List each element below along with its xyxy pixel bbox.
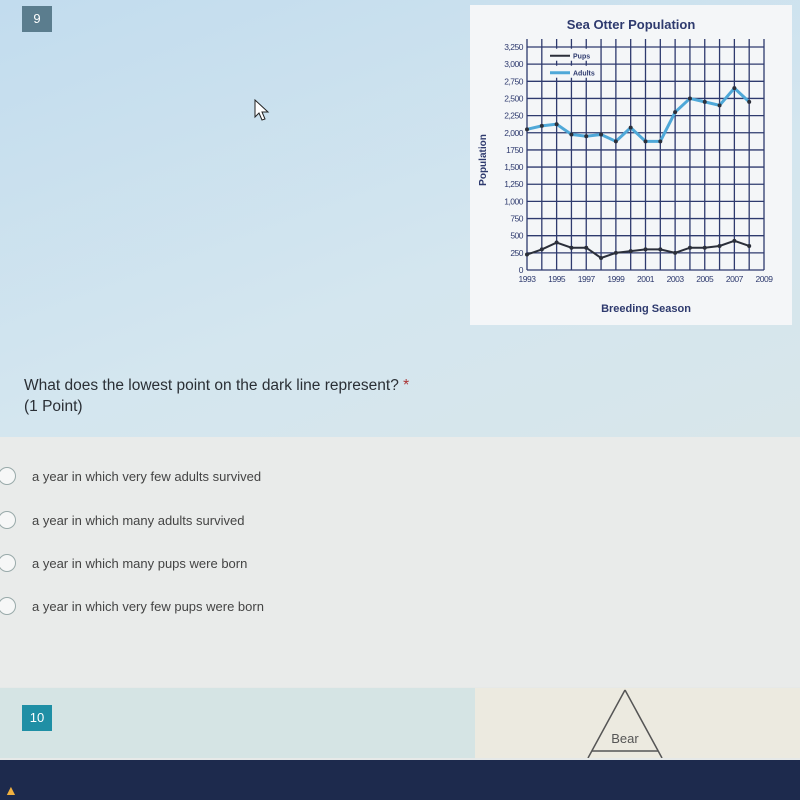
data-point-adults [584,134,589,139]
option-label: a year in which many adults survived [32,512,245,528]
y-tick-label: 1750 [506,145,524,155]
data-point-pups [747,243,752,248]
question-text: What does the lowest point on the dark l… [24,375,409,417]
food-pyramid-diagram: Bear [587,689,663,759]
option-3[interactable]: a year in which many pups were born [0,554,247,572]
y-tick-label: 2,500 [504,93,524,103]
data-point-pups [525,252,529,257]
radio-button[interactable] [0,467,16,485]
data-point-adults [554,122,559,127]
data-point-pups [702,245,707,250]
y-tick-label: 1,500 [504,162,524,172]
data-point-pups [613,250,618,255]
y-tick-label: 2,000 [504,128,524,138]
flame-icon: ▲ [4,782,18,798]
option-label: a year in which very few pups were born [32,598,264,614]
option-label: a year in which many pups were born [32,555,248,571]
x-tick-label: 2003 [667,274,685,284]
y-tick-label: 250 [510,248,523,258]
data-point-adults [569,132,574,137]
series-line-pups [526,239,750,260]
required-mark: * [398,377,410,394]
question-number-badge: 10 [22,705,52,731]
data-point-adults [599,132,604,137]
question-10-diagram: Bear [475,688,800,759]
option-label: a year in which very few adults survived [32,468,262,484]
x-tick-label: 1995 [548,274,566,284]
data-point-pups [673,250,678,255]
data-point-pups [584,245,589,250]
radio-button[interactable] [0,554,16,572]
option-1[interactable]: a year in which very few adults survived [0,467,261,485]
answer-options: a year in which very few adults survived… [0,437,800,687]
y-tick-label: 1,000 [504,196,524,206]
y-tick-label: 1,250 [504,179,524,189]
data-point-adults [673,110,678,115]
question-number-badge: 9 [22,6,52,32]
mouse-cursor-icon [254,99,270,121]
question-prompt: What does the lowest point on the dark l… [24,377,399,394]
data-point-pups [599,255,604,260]
y-axis-label: Population [478,134,489,186]
y-tick-label: 3,250 [504,42,524,52]
question-points: (1 Point) [24,398,83,415]
data-point-adults [687,96,692,101]
data-point-pups [732,238,737,243]
data-point-adults [613,139,618,144]
x-axis-label: Breeding Season [601,303,691,315]
legend-label: Pups [573,54,590,61]
x-tick-label: 2009 [756,274,774,284]
chart-svg: Sea Otter Population Breeding Season Popul… [478,17,774,315]
chart-title: Sea Otter Population [567,17,696,32]
x-tick-label: 2005 [696,274,714,284]
data-point-pups [569,245,574,250]
data-point-adults [628,125,633,130]
sea-otter-chart: Sea Otter Population Breeding Season Popul… [470,5,792,325]
pyramid-label: Bear [611,731,639,746]
radio-button[interactable] [0,597,16,615]
legend-label: Adults [573,71,595,78]
x-tick-label: 1997 [578,274,596,284]
data-point-pups [554,240,559,245]
x-tick-label: 2001 [637,274,655,284]
data-point-adults [643,139,648,144]
x-tick-label: 1999 [607,274,625,284]
data-point-pups [658,247,663,252]
y-tick-label: 2,250 [504,111,524,121]
data-point-adults [539,123,544,128]
radio-button[interactable] [0,511,16,529]
data-point-adults [658,139,663,144]
data-point-adults [525,127,529,132]
taskbar: ▲ [0,760,800,800]
option-4[interactable]: a year in which very few pups were born [0,597,264,615]
data-point-pups [687,245,692,250]
y-tick-label: 2,750 [504,76,524,86]
data-point-adults [747,99,752,104]
option-2[interactable]: a year in which many adults survived [0,511,244,529]
x-tick-label: 1993 [519,274,537,284]
y-tick-label: 500 [510,231,523,241]
data-point-adults [717,103,722,108]
x-tick-label: 2007 [726,274,744,284]
data-point-pups [717,243,722,248]
y-tick-label: 750 [510,214,523,224]
data-point-pups [628,249,633,254]
data-point-adults [732,86,737,91]
data-point-adults [702,99,707,104]
question-9-panel: 9 Sea Otter Population Breeding Season Pop… [0,0,800,437]
data-point-pups [643,247,648,252]
question-10-panel: 10 [0,688,475,758]
y-tick-label: 3,000 [504,59,524,69]
data-point-pups [539,247,544,252]
